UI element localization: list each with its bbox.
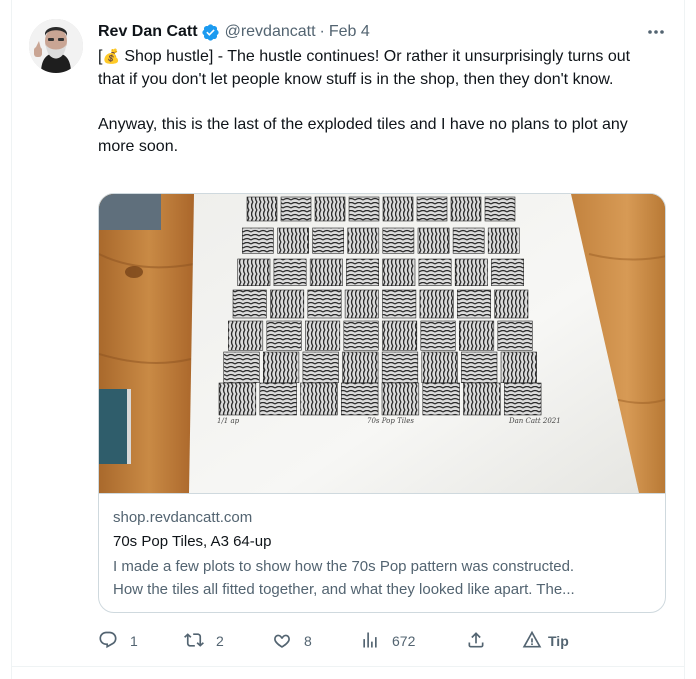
- tile-2-2: [309, 258, 343, 287]
- reply-button[interactable]: 1: [98, 629, 138, 653]
- tweet-date[interactable]: Feb 4: [329, 23, 370, 41]
- tile-2-7: [491, 258, 524, 287]
- tip-label: Tip: [548, 633, 569, 649]
- views-icon: [360, 630, 380, 653]
- author-handle[interactable]: @revdancatt: [225, 23, 316, 41]
- card-image[interactable]: 1/1 ap 70s Pop Tiles Dan Catt 2021: [99, 194, 665, 493]
- tile-5-4: [381, 351, 419, 384]
- header-separator: ·: [319, 23, 325, 40]
- timeline-border-left: [11, 0, 12, 679]
- tile-5-7: [500, 351, 537, 384]
- share-button[interactable]: [466, 629, 486, 653]
- tile-1-7: [487, 227, 520, 254]
- tweet-actions: 1 2 8 672 Tip: [98, 629, 658, 653]
- tile-3-2: [307, 289, 342, 319]
- tweet-divider: [11, 666, 685, 667]
- tile-3-6: [456, 289, 491, 319]
- tile-6-0: [218, 382, 257, 416]
- tile-5-2: [302, 351, 339, 384]
- tile-3-5: [419, 289, 454, 319]
- tile-4-4: [381, 320, 418, 351]
- tip-button[interactable]: Tip: [522, 629, 569, 653]
- tile-0-7: [484, 196, 516, 222]
- tile-6-4: [381, 382, 420, 416]
- tile-4-5: [420, 320, 456, 351]
- card-domain[interactable]: shop.revdancatt.com: [113, 509, 252, 526]
- like-button[interactable]: 8: [272, 629, 312, 653]
- tile-4-1: [266, 320, 302, 351]
- avatar[interactable]: [29, 19, 83, 73]
- tweet-text: [💰 Shop hustle] - The hustle continues! …: [98, 45, 658, 159]
- card-divider: [99, 493, 665, 494]
- tile-1-2: [312, 227, 345, 254]
- tile-3-7: [494, 289, 529, 319]
- tile-0-4: [382, 196, 414, 222]
- card-title[interactable]: 70s Pop Tiles, A3 64-up: [113, 533, 271, 550]
- verified-badge-icon[interactable]: [201, 23, 220, 42]
- tile-4-7: [497, 320, 533, 351]
- tile-0-1: [280, 196, 312, 222]
- tile-2-0: [237, 258, 271, 287]
- tile-0-3: [348, 196, 380, 222]
- tile-2-1: [273, 258, 307, 287]
- money-bag-emoji: 💰: [102, 48, 120, 64]
- retweet-button[interactable]: 2: [184, 629, 224, 653]
- tile-4-3: [343, 320, 379, 351]
- tile-0-6: [450, 196, 482, 222]
- tile-3-3: [344, 289, 379, 319]
- card-desc-line2: How the tiles all fitted together, and w…: [113, 580, 575, 598]
- tile-5-0: [223, 351, 260, 384]
- tile-6-7: [503, 382, 542, 416]
- card-description: I made a few plots to show how the 70s P…: [113, 556, 653, 601]
- tile-3-0: [232, 289, 267, 319]
- tile-1-1: [277, 227, 309, 254]
- more-icon[interactable]: [646, 24, 666, 40]
- text-body: Shop hustle] - The hustle continues! Or …: [98, 48, 631, 155]
- reply-icon: [98, 630, 118, 653]
- tile-6-3: [341, 382, 379, 416]
- tile-3-1: [270, 289, 305, 319]
- reply-count: 1: [130, 633, 138, 649]
- like-count: 8: [304, 633, 312, 649]
- tile-4-0: [228, 320, 264, 351]
- tile-5-5: [421, 351, 458, 384]
- tile-6-5: [422, 382, 460, 416]
- tile-2-6: [454, 258, 488, 287]
- tile-3-4: [382, 289, 417, 319]
- tile-6-6: [463, 382, 501, 416]
- tile-0-2: [314, 196, 346, 222]
- image-caption-left: 1/1 ap: [217, 417, 240, 425]
- tile-5-3: [342, 351, 379, 384]
- tile-1-0: [242, 227, 274, 254]
- share-icon: [466, 630, 486, 653]
- link-card[interactable]: 1/1 ap 70s Pop Tiles Dan Catt 2021 shop.…: [98, 193, 666, 613]
- tile-1-6: [452, 227, 485, 254]
- card-desc-line1: I made a few plots to show how the 70s P…: [113, 558, 575, 575]
- like-icon: [272, 630, 292, 653]
- tile-6-2: [300, 382, 338, 416]
- views-button[interactable]: 672: [360, 629, 415, 653]
- image-caption-center: 70s Pop Tiles: [367, 417, 414, 425]
- tweet-header: Rev Dan Catt @revdancatt · Feb 4: [98, 21, 370, 43]
- views-count: 672: [392, 633, 416, 649]
- tile-6-1: [259, 382, 297, 416]
- tile-4-2: [305, 320, 341, 351]
- tile-1-4: [382, 227, 415, 254]
- tile-1-3: [347, 227, 380, 254]
- tile-0-0: [246, 196, 278, 222]
- timeline-border-right: [684, 0, 685, 679]
- tile-0-5: [416, 196, 448, 222]
- retweet-count: 2: [216, 633, 224, 649]
- tile-5-6: [461, 351, 498, 384]
- author-name[interactable]: Rev Dan Catt: [98, 23, 198, 41]
- retweet-icon: [184, 630, 204, 653]
- tile-1-5: [417, 227, 450, 254]
- tile-5-1: [263, 351, 300, 384]
- tip-icon: [522, 630, 542, 653]
- tile-2-5: [418, 258, 452, 287]
- image-signature: Dan Catt 2021: [508, 417, 561, 425]
- tile-4-6: [458, 320, 495, 351]
- tile-2-3: [346, 258, 379, 287]
- tile-2-4: [382, 258, 416, 287]
